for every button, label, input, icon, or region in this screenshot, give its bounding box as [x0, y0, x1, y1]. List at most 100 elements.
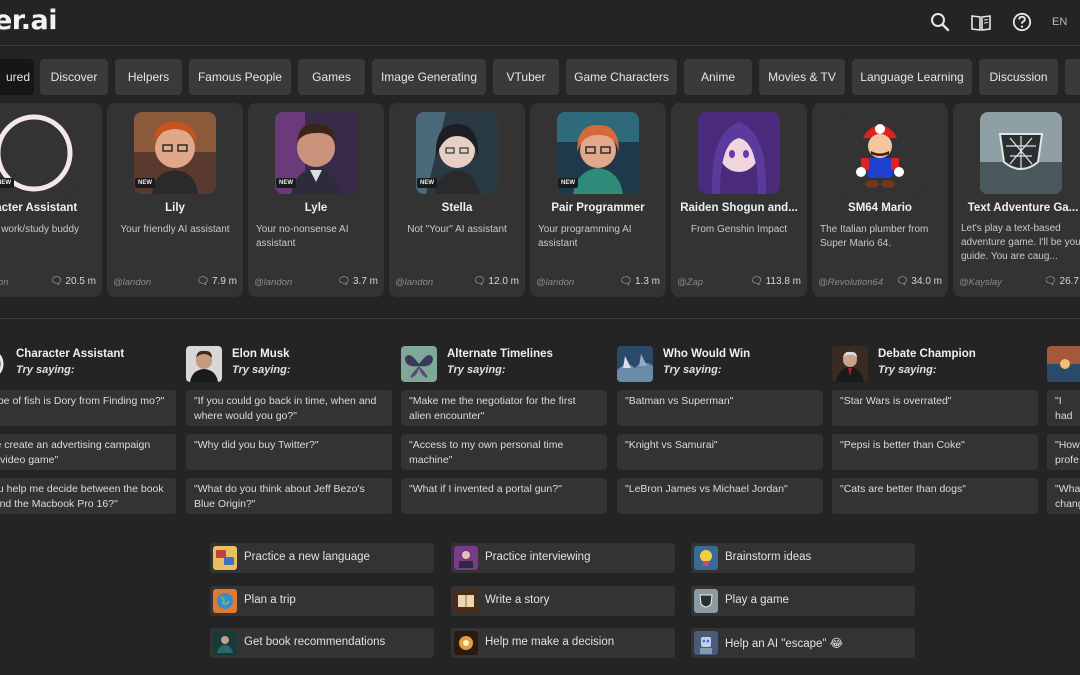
character-author: @Revolution64	[818, 277, 884, 288]
character-author: @landon	[536, 277, 575, 288]
column-header: Character Assistant Try saying:	[0, 346, 176, 386]
tab-discussion[interactable]: Discussion	[979, 59, 1058, 95]
prompt-suggestion[interactable]: "I had	[1047, 390, 1080, 426]
prompt-suggestion[interactable]: "How profe	[1047, 434, 1080, 470]
prompt-suggestion[interactable]: "Star Wars is overrated"	[832, 390, 1038, 426]
suggestion-label: Brainstorm ideas	[725, 551, 812, 563]
tab-games[interactable]: Games	[298, 59, 365, 95]
chat-bubble-icon: 🗨	[1044, 276, 1057, 287]
prompt-suggestion[interactable]: at type of fish is Dory from Finding mo?…	[0, 390, 176, 426]
robot-icon	[694, 631, 718, 655]
character-avatar	[980, 112, 1062, 194]
character-card[interactable]: NEW Lyle Your no-nonsense AI assistant @…	[248, 103, 384, 297]
character-avatar	[698, 112, 780, 194]
column-character-name[interactable]: Elon Musk	[232, 348, 290, 360]
tab-language-learning[interactable]: Language Learning	[852, 59, 972, 95]
suggestion-play-game[interactable]: Play a game	[691, 586, 915, 616]
chat-bubble-icon: 🗨	[895, 276, 909, 287]
suggestion-write-story[interactable]: Write a story	[451, 586, 675, 616]
tab-game-characters[interactable]: Game Characters	[566, 59, 677, 95]
interview-icon	[454, 546, 478, 570]
suggestion-make-decision[interactable]: Help me make a decision	[451, 628, 675, 658]
chat-count: 🗨 113.8 m	[750, 276, 801, 287]
character-description: The Italian plumber from Super Mario 64.	[820, 224, 929, 249]
chat-count-value: 7.9 m	[211, 276, 237, 287]
tab-featured[interactable]: ured	[0, 59, 34, 95]
chat-count-value: 12.0 m	[488, 276, 519, 287]
character-avatar	[186, 346, 222, 382]
prompt-suggestion[interactable]: "Cats are better than dogs"	[832, 478, 1038, 514]
character-card[interactable]: NEW Stella Not "Your" AI assistant @land…	[389, 103, 525, 297]
try-saying-label: Try saying:	[232, 364, 291, 376]
character-avatar	[0, 346, 6, 382]
character-card[interactable]: NEW Lily Your friendly AI assistant @lan…	[107, 103, 243, 297]
column-header: Elon Musk Try saying:	[186, 346, 392, 386]
prompt-suggestion[interactable]: n you help me decide between the book Ai…	[0, 478, 176, 514]
suggestion-label: Practice a new language	[244, 551, 370, 563]
character-avatar	[401, 346, 437, 382]
suggestion-label: Help me make a decision	[485, 636, 615, 648]
suggestion-book-recommendations[interactable]: Get book recommendations	[210, 628, 434, 658]
prompt-suggestion[interactable]: "Make me the negotiator for the first al…	[401, 390, 607, 426]
tab-anime[interactable]: Anime	[684, 59, 752, 95]
suggestion-practice-language[interactable]: Practice a new language	[210, 543, 434, 573]
suggestion-plan-trip[interactable]: Plan a trip	[210, 586, 434, 616]
prompt-suggestion[interactable]: "If you could go back in time, when and …	[186, 390, 392, 426]
character-card[interactable]: Text Adventure Ga... Let's play a text-b…	[953, 103, 1080, 297]
prompt-suggestion[interactable]: "Knight vs Samurai"	[617, 434, 823, 470]
prompt-suggestion[interactable]: "Why did you buy Twitter?"	[186, 434, 392, 470]
column-character-name[interactable]: Alternate Timelines	[447, 348, 553, 360]
prompt-suggestion[interactable]: "What if I invented a portal gun?"	[401, 478, 607, 514]
character-card[interactable]: Raiden Shogun and... From Genshin Impact…	[671, 103, 807, 297]
prompt-suggestion[interactable]: "Access to my own personal time machine"	[401, 434, 607, 470]
suggestion-label: Practice interviewing	[485, 551, 591, 563]
suggestion-ai-escape[interactable]: Help an AI "escape" 😂	[691, 628, 915, 658]
new-badge: NEW	[417, 178, 437, 188]
character-name: Stella	[441, 202, 473, 214]
chat-bubble-icon: 🗨	[750, 276, 763, 287]
logo[interactable]: er.ai	[0, 5, 58, 36]
prompt-suggestion[interactable]: "Pepsi is better than Coke"	[832, 434, 1038, 470]
tab-vtuber[interactable]: VTuber	[493, 59, 559, 95]
character-name: SM64 Mario	[848, 202, 912, 214]
character-name: racter Assistant	[0, 202, 78, 214]
search-icon[interactable]	[930, 12, 950, 32]
prompt-suggestion[interactable]: p me create an advertising campaign new …	[0, 434, 176, 470]
chat-bubble-icon: 🗨	[337, 276, 351, 287]
book-icon[interactable]	[970, 12, 992, 32]
suggestion-practice-interviewing[interactable]: Practice interviewing	[451, 543, 675, 573]
chat-count: 🗨 7.9 m	[197, 276, 238, 287]
suggestion-brainstorm-ideas[interactable]: Brainstorm ideas	[691, 543, 915, 573]
tab-famous-people[interactable]: Famous People	[189, 59, 291, 95]
new-badge: NEW	[558, 178, 578, 188]
chat-bubble-icon: 🗨	[472, 276, 486, 287]
language-selector[interactable]: EN	[1052, 16, 1067, 28]
column-character-name[interactable]: Debate Champion	[878, 348, 976, 360]
character-description: Your friendly AI assistant	[120, 224, 230, 235]
tab-discover[interactable]: Discover	[40, 59, 108, 95]
character-avatar	[617, 346, 653, 382]
help-icon[interactable]	[1012, 12, 1032, 32]
prompt-suggestion[interactable]: "What chang	[1047, 478, 1080, 514]
character-card[interactable]: SM64 Mario The Italian plumber from Supe…	[812, 103, 948, 297]
prompt-suggestion[interactable]: "What do you think about Jeff Bezo's Blu…	[186, 478, 392, 514]
suggestion-label: Get book recommendations	[244, 636, 386, 648]
column-header	[1047, 346, 1080, 386]
try-saying-column: Who Would Win Try saying: "Batman vs Sup…	[617, 346, 823, 514]
character-card[interactable]: NEW racter Assistant AI work/study buddy…	[0, 103, 102, 297]
prompt-suggestion[interactable]: "Batman vs Superman"	[617, 390, 823, 426]
column-character-name[interactable]: Who Would Win	[663, 348, 750, 360]
chat-count-value: 26.7	[1059, 276, 1079, 287]
tab-helpers[interactable]: Helpers	[115, 59, 182, 95]
prompt-suggestion[interactable]: "LeBron James vs Michael Jordan"	[617, 478, 823, 514]
character-description: AI work/study buddy	[0, 224, 80, 235]
column-header: Who Would Win Try saying:	[617, 346, 823, 386]
tab-movies-tv[interactable]: Movies & TV	[759, 59, 845, 95]
character-card[interactable]: NEW Pair Programmer Your programming AI …	[530, 103, 666, 297]
chat-bubble-icon: 🗨	[619, 276, 633, 287]
new-badge: NEW	[276, 178, 296, 188]
tab-image-generating[interactable]: Image Generating	[372, 59, 486, 95]
column-character-name[interactable]: Character Assistant	[16, 348, 124, 360]
chat-count: 🗨 34.0 m	[896, 276, 942, 287]
tab-more[interactable]	[1065, 59, 1080, 95]
